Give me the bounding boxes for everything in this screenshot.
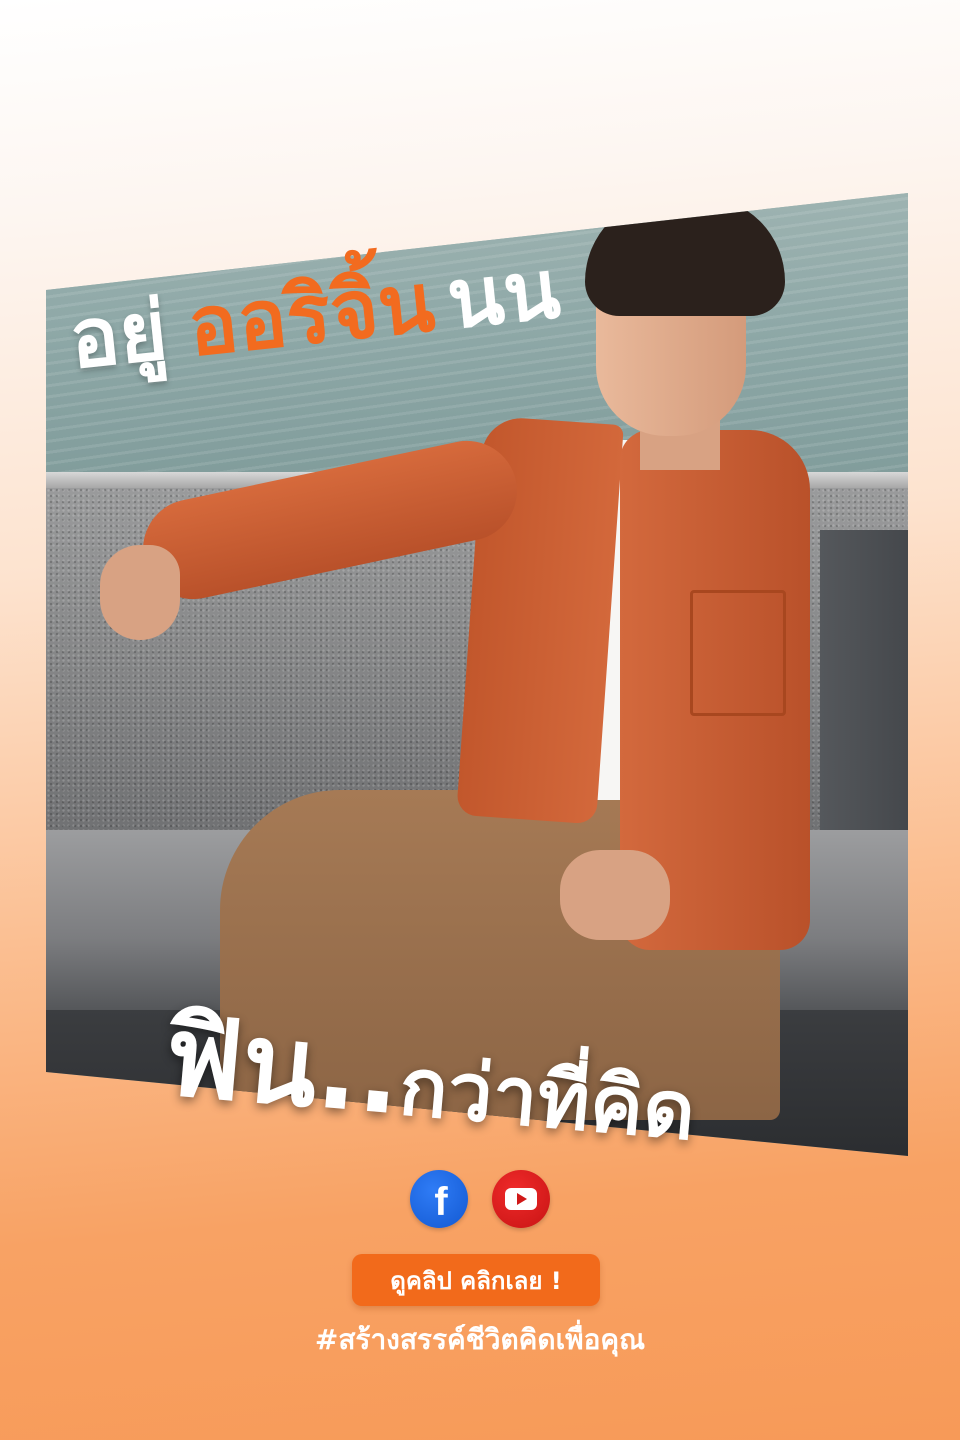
youtube-play-box: [505, 1188, 537, 1210]
headline-word-1: อยู่: [64, 283, 172, 388]
headline-bottom-big: ฟิน..: [159, 991, 407, 1140]
hashtag-text: #สร้างสรรค์ชีวิตคิดเพื่อคุณ: [314, 1323, 646, 1356]
social-links: f: [410, 1170, 550, 1230]
headline-bottom-small: กว่าที่คิด: [395, 1039, 700, 1159]
youtube-icon[interactable]: [492, 1170, 550, 1228]
person-hand-left: [100, 545, 180, 640]
person-hand-right: [560, 850, 670, 940]
watch-clip-button[interactable]: ดูคลิป คลิกเลย !: [352, 1254, 600, 1306]
play-icon: [517, 1193, 527, 1205]
headline-word-3: นน: [442, 241, 565, 349]
jacket-pocket: [690, 590, 786, 716]
facebook-glyph: f: [434, 1180, 448, 1224]
facebook-icon[interactable]: f: [410, 1170, 468, 1228]
